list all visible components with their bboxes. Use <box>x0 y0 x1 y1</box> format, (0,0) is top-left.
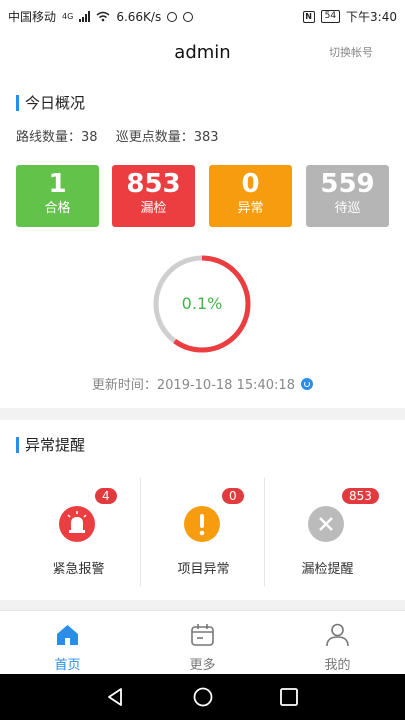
tab-more[interactable]: 更多 <box>135 617 270 673</box>
network-speed: 6.66K/s <box>116 9 162 24</box>
missed-box[interactable]: 853 漏检 <box>112 165 195 227</box>
cross-icon <box>308 506 344 542</box>
update-time-label: 更新时间： <box>91 378 157 393</box>
calendar-icon <box>191 624 214 646</box>
tab-more-label: 更多 <box>189 658 216 673</box>
user-icon <box>326 623 349 647</box>
update-time-value: 2019-10-18 15:40:18 <box>156 378 295 393</box>
qualified-box[interactable]: 1 合格 <box>16 165 99 227</box>
emergency-alarm-item[interactable]: 4 紧急报警 <box>11 478 146 586</box>
recents-icon[interactable] <box>277 685 301 709</box>
switch-account-button[interactable]: 切换帐号 <box>329 44 373 60</box>
app-header: admin 切换帐号 <box>0 30 405 76</box>
tab-home-label: 首页 <box>54 658 81 673</box>
exclamation-icon <box>184 506 220 542</box>
back-icon[interactable] <box>103 685 127 709</box>
status-bar: 中国移动 4G 6.66K/s N 54 下午3:40 <box>0 0 405 30</box>
home-circle-icon[interactable] <box>191 685 215 709</box>
pending-count: 559 <box>320 169 375 199</box>
wifi-icon <box>96 11 110 22</box>
section-accent-bar <box>16 94 19 111</box>
qualified-label: 合格 <box>44 201 71 216</box>
missed-reminder-label: 漏检提醒 <box>301 562 354 577</box>
tab-home[interactable]: 首页 <box>0 617 135 673</box>
project-abnormal-label: 项目异常 <box>177 562 230 577</box>
update-time-row: 更新时间：2019-10-18 15:40:18 <box>0 374 405 393</box>
route-count: 路线数量：38 <box>16 130 98 145</box>
tab-mine-label: 我的 <box>324 658 351 673</box>
ring-percent: 0.1% <box>181 294 223 313</box>
route-stats: 路线数量：38 巡更点数量：383 <box>16 126 219 145</box>
abnormal-label: 异常 <box>237 201 264 216</box>
project-abnormal-badge: 0 <box>222 488 244 504</box>
abnormal-count: 0 <box>241 169 260 199</box>
missed-count: 853 <box>126 169 181 199</box>
globe-icon <box>167 11 178 22</box>
shield-icon <box>183 11 194 22</box>
qualified-count: 1 <box>48 169 67 199</box>
home-icon <box>57 625 78 645</box>
alerts-title-text: 异常提醒 <box>25 436 86 454</box>
today-overview-section: 今日概况 路线数量：38 巡更点数量：383 1 合格 853 漏检 0 异常 … <box>0 76 405 408</box>
missed-label: 漏检 <box>140 201 167 216</box>
battery-icon: 54 <box>320 10 341 23</box>
abnormal-box[interactable]: 0 异常 <box>209 165 292 227</box>
signal-icon <box>79 11 91 22</box>
emergency-badge: 4 <box>95 488 117 504</box>
alerts-title: 异常提醒 <box>16 434 85 455</box>
bottom-nav: 首页 更多 我的 <box>0 610 405 674</box>
battery-level: 54 <box>324 11 337 21</box>
alerts-section: 异常提醒 4 紧急报警 0 项目异常 853 漏检提醒 <box>0 420 405 600</box>
network-type: 4G <box>62 12 74 21</box>
section-accent-bar <box>16 436 19 453</box>
overview-title-text: 今日概况 <box>25 94 86 112</box>
project-abnormal-item[interactable]: 0 项目异常 <box>136 478 271 586</box>
tab-mine[interactable]: 我的 <box>270 617 405 673</box>
checkpoint-count: 巡更点数量：383 <box>115 130 219 145</box>
missed-reminder-badge: 853 <box>342 488 379 504</box>
overview-title: 今日概况 <box>16 92 85 113</box>
nfc-icon: N <box>302 10 315 23</box>
system-nav-bar <box>0 674 405 720</box>
status-boxes: 1 合格 853 漏检 0 异常 559 待巡 <box>16 165 389 227</box>
clock: 下午3:40 <box>346 10 397 24</box>
missed-reminder-item[interactable]: 853 漏检提醒 <box>260 478 395 586</box>
siren-icon <box>59 506 95 542</box>
pending-box[interactable]: 559 待巡 <box>306 165 389 227</box>
emergency-label: 紧急报警 <box>52 562 105 577</box>
carrier-name: 中国移动 <box>8 10 57 24</box>
refresh-icon[interactable] <box>301 378 314 390</box>
pending-label: 待巡 <box>334 201 361 216</box>
